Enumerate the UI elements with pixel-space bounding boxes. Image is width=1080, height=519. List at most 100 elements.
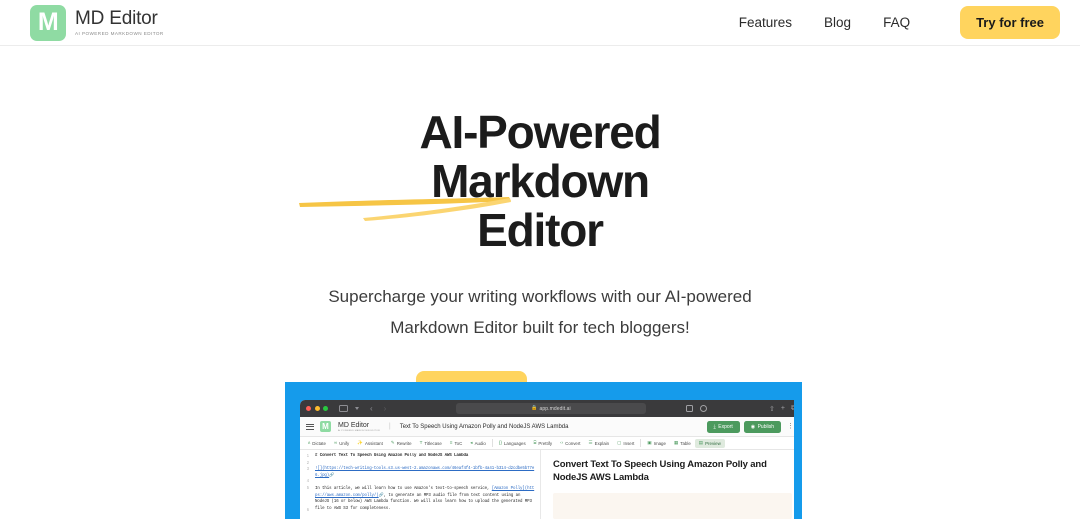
toolbar-item-toc[interactable]: ≡ ToC xyxy=(446,440,467,446)
toolbar-item-audio[interactable]: ◂ Audio xyxy=(466,439,490,446)
menu-icon[interactable] xyxy=(306,423,314,430)
screenshot-blue-edge xyxy=(794,400,802,519)
toolbar-item-dictate[interactable]: ᴧ Dictate xyxy=(304,439,330,446)
preview-image-placeholder xyxy=(553,492,792,519)
chevron-down-icon[interactable] xyxy=(355,407,359,410)
app-brand: MD Editor AI POWERED MARKDOWN EDITOR xyxy=(338,422,380,432)
editor-body: 1 2 3 4 5 6 # Convert Text To Speech Usi… xyxy=(300,450,802,519)
maximize-window-icon[interactable] xyxy=(323,406,328,411)
publish-icon: ◉ xyxy=(750,423,756,430)
chrome-mid-icons xyxy=(686,405,707,412)
code-line-3: ![](https://tech-writing-tools.s3.us-wes… xyxy=(315,466,536,479)
nav-link-faq[interactable]: FAQ xyxy=(883,15,910,30)
back-arrow-icon[interactable]: ‹ xyxy=(370,404,373,413)
line-number: 3 xyxy=(306,466,309,472)
toolbar-item-image[interactable]: ▣ Image xyxy=(643,439,670,446)
brand-logo[interactable]: M MD Editor AI POWERED MARKDOWN EDITOR xyxy=(30,4,164,41)
toolbar-label: Unify xyxy=(339,440,350,446)
toolbar-label: Prettify xyxy=(538,440,553,446)
prettify-icon: ⌸ xyxy=(533,439,537,445)
markdown-editor-pane[interactable]: 1 2 3 4 5 6 # Convert Text To Speech Usi… xyxy=(300,450,541,519)
toolbar-item-convert[interactable]: ‹› Convert xyxy=(556,439,584,446)
hero-subtitle: Supercharge your writing workflows with … xyxy=(290,282,790,343)
code-image-link[interactable]: ![](https://tech-writing-tools.s3.us-wes… xyxy=(315,467,534,478)
explain-icon: ☰ xyxy=(588,439,593,445)
toolbar-item-explain[interactable]: ☰ Explain xyxy=(585,439,614,445)
forward-arrow-icon[interactable]: › xyxy=(384,404,387,413)
audio-icon: ◂ xyxy=(470,439,473,445)
document-title[interactable]: Text To Speech Using Amazon Polly and No… xyxy=(400,424,569,430)
assistant-icon: ✨ xyxy=(357,439,363,445)
brand-text: MD Editor AI POWERED MARKDOWN EDITOR xyxy=(75,9,164,36)
sidebar-toggle-icon[interactable] xyxy=(339,405,348,412)
share-icon[interactable]: ⇧ xyxy=(769,405,775,413)
site-header: M MD Editor AI POWERED MARKDOWN EDITOR F… xyxy=(0,0,1080,46)
browser-window: ‹ › 🔒 app.mdedit.ai ⇧ + ⧉ M MD Editor AI… xyxy=(300,400,802,519)
line-number: 5 xyxy=(306,484,309,490)
link-pin-icon: 🔗 xyxy=(329,473,335,478)
nav-link-blog[interactable]: Blog xyxy=(824,15,851,30)
titlecase-icon: T xyxy=(419,439,423,445)
toolbar-item-table[interactable]: ▦ Table xyxy=(670,439,695,445)
export-button[interactable]: ⤓ Export xyxy=(706,420,740,433)
toolbar-label: ToC xyxy=(454,440,463,446)
preview-heading: Convert Text To Speech Using Amazon Poll… xyxy=(553,459,767,484)
app-header-actions: ⤓ Export ◉ Publish ⋮ xyxy=(706,420,796,433)
toolbar-item-assistant[interactable]: ✨ Assistant xyxy=(353,439,387,446)
line-number: 2 xyxy=(306,459,309,465)
toolbar-divider xyxy=(491,439,493,447)
toolbar-divider xyxy=(640,439,642,447)
preview-icon: ▤ xyxy=(698,439,704,445)
toolbar-item-preview[interactable]: ▤ Preview xyxy=(694,438,725,448)
line-number: 1 xyxy=(306,453,309,458)
address-bar[interactable]: 🔒 app.mdedit.ai xyxy=(456,403,646,414)
brand-tagline: AI POWERED MARKDOWN EDITOR xyxy=(75,30,164,36)
toolbar-item-insert[interactable]: ▢ Insert xyxy=(613,439,638,446)
hero-subtitle-line-2: Markdown Editor built for tech bloggers! xyxy=(390,317,690,337)
toolbar-item-prettify[interactable]: ⌸ Prettify xyxy=(530,439,556,446)
headline-line-2: Editor xyxy=(477,203,604,256)
app-brand-tagline: AI POWERED MARKDOWN EDITOR xyxy=(338,429,380,432)
toolbar-label: Rewrite xyxy=(396,440,412,446)
code-text: In this article, we will learn how to us… xyxy=(315,487,490,492)
toolbar-label: Dictate xyxy=(312,440,326,446)
image-icon: ▣ xyxy=(647,439,652,445)
rewrite-icon: ✎ xyxy=(390,439,395,445)
toolbar-item-languages[interactable]: {} Languages xyxy=(495,439,530,446)
line-number-gutter: 1 2 3 4 5 6 xyxy=(300,450,312,519)
reader-view-icon[interactable] xyxy=(686,405,693,412)
table-icon: ▦ xyxy=(673,439,679,445)
new-tab-icon[interactable]: + xyxy=(781,405,785,412)
toolbar-label: Assistant xyxy=(365,440,383,446)
toolbar-item-titlecase[interactable]: T Titlecase xyxy=(416,439,446,446)
toolbar-label: Preview xyxy=(705,440,721,446)
header-try-for-free-button[interactable]: Try for free xyxy=(960,6,1060,39)
toolbar-label: Languages xyxy=(503,440,526,446)
title-separator: | xyxy=(388,423,391,430)
preview-pane: Convert Text To Speech Using Amazon Poll… xyxy=(541,450,802,519)
markdown-source[interactable]: # Convert Text To Speech Using Amazon Po… xyxy=(312,450,540,519)
convert-icon: ‹› xyxy=(560,439,564,445)
minimize-window-icon[interactable] xyxy=(314,406,320,411)
close-window-icon[interactable] xyxy=(306,406,311,411)
toolbar-label: Insert xyxy=(623,440,635,446)
toolbar-label: Titlecase xyxy=(424,440,442,446)
toolbar-label: Convert xyxy=(565,440,581,446)
dictate-icon: ᴧ xyxy=(308,439,311,445)
toolbar-item-rewrite[interactable]: ✎ Rewrite xyxy=(387,439,416,446)
code-line-5: In this article, we will learn how to us… xyxy=(315,486,536,513)
insert-icon: ▢ xyxy=(617,439,622,445)
chrome-right-icons: ⇧ + ⧉ xyxy=(769,405,796,413)
window-controls[interactable] xyxy=(306,406,328,411)
page-settings-icon[interactable] xyxy=(700,405,707,412)
nav-link-features[interactable]: Features xyxy=(739,15,792,30)
browser-chrome: ‹ › 🔒 app.mdedit.ai ⇧ + ⧉ xyxy=(300,400,802,417)
toolbar-item-unify[interactable]: ∞ Unify xyxy=(330,440,353,446)
publish-button[interactable]: ◉ Publish xyxy=(743,420,781,433)
toolbar-label: Image xyxy=(653,440,666,446)
languages-icon: {} xyxy=(498,439,502,445)
line-number: 4 xyxy=(306,478,309,484)
line-number: 6 xyxy=(306,507,309,513)
toolbar-label: Audio xyxy=(474,440,486,446)
app-header: M MD Editor AI POWERED MARKDOWN EDITOR |… xyxy=(300,417,802,437)
